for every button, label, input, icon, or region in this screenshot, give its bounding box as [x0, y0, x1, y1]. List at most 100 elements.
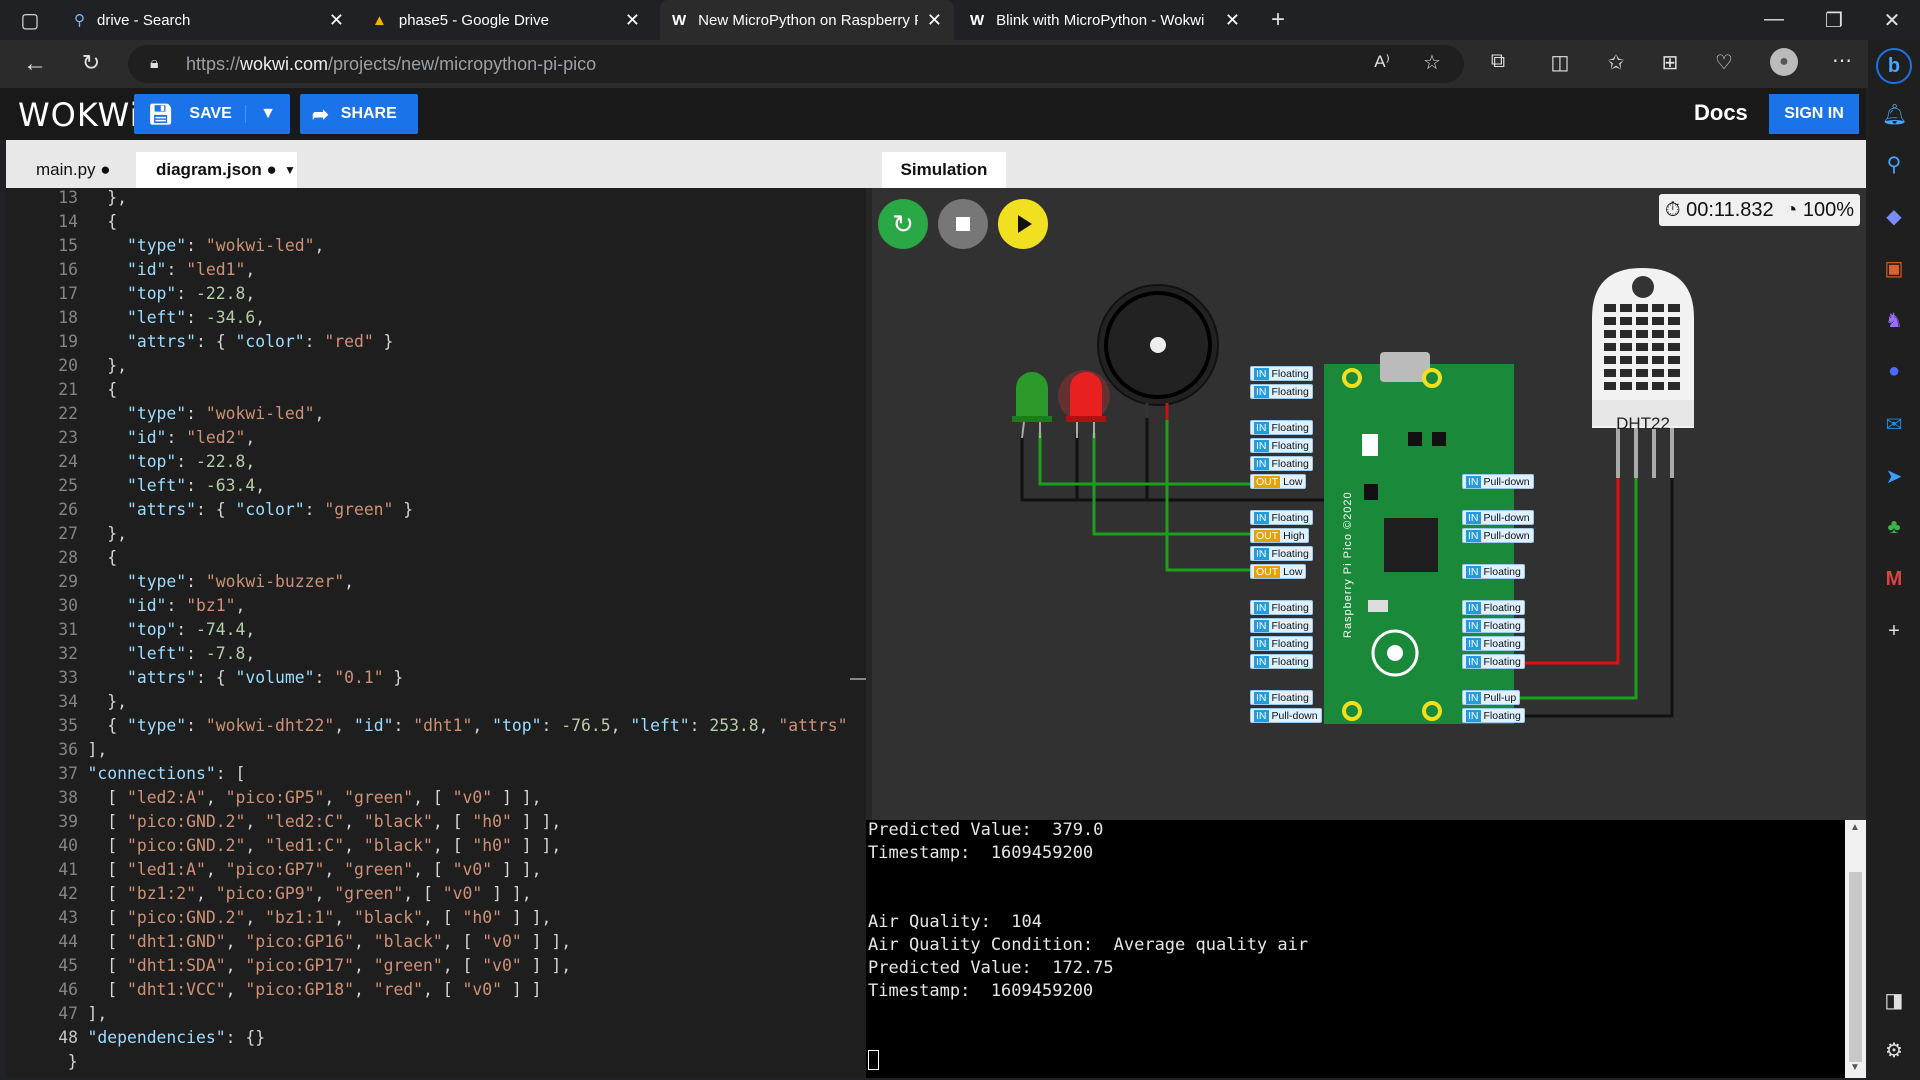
docs-link[interactable]: Docs [1694, 100, 1748, 126]
url-field[interactable]: 🔒︎ https://wokwi.com/projects/new/microp… [128, 45, 1464, 83]
toolbox-icon[interactable]: ▣ [1882, 256, 1906, 281]
pin-state: Floating [1271, 656, 1309, 668]
pin-direction: IN [1254, 422, 1269, 434]
pin-direction: IN [1254, 656, 1269, 668]
outlook-icon[interactable]: ✉ [1882, 412, 1906, 437]
code-editor[interactable]: 13 14 15 16 17 18 19 20 21 22 23 24 25 26 27 28 29 30 31 32… [6, 188, 872, 1078]
grill-slot [1620, 369, 1632, 377]
close-icon[interactable]: ✕ [927, 10, 942, 31]
tree-icon[interactable]: ♣ [1882, 516, 1906, 539]
editor-tab-bar: main.py ● diagram.json ● ▼ [6, 140, 872, 188]
pin-state: Floating [1271, 602, 1309, 614]
code-line: "attrs": { "color": "red" } [126, 332, 394, 351]
tab-main-py[interactable]: main.py ● [16, 152, 131, 188]
grill-slot [1636, 382, 1648, 390]
grill-slot [1668, 304, 1680, 312]
pin-direction: IN [1466, 692, 1481, 704]
tab-title: New MicroPython on Raspberry Pi Pico - W… [698, 11, 918, 29]
code-line: } [48, 1052, 78, 1071]
grill-slot [1604, 304, 1616, 312]
profile-avatar[interactable]: ● [1770, 48, 1798, 76]
gmail-icon[interactable]: M [1882, 568, 1906, 591]
grill-slot [1668, 369, 1680, 377]
tab-title: Blink with MicroPython - Wokwi [996, 11, 1205, 29]
scroll-up-icon[interactable]: ▲ [1850, 822, 1860, 833]
restore-icon[interactable]: ❐ [1822, 8, 1846, 33]
tag-icon[interactable]: ◆ [1882, 204, 1906, 229]
tab-actions-icon[interactable]: ▢ [18, 8, 42, 33]
browser-tab-drive-search[interactable]: ⚲ drive - Search ✕ [62, 0, 356, 40]
close-icon[interactable]: ✕ [625, 10, 640, 31]
share-arrow-icon: ➦ [312, 103, 329, 126]
grill-slot [1668, 382, 1680, 390]
led-red [1058, 370, 1110, 438]
code-line: [ "bz1:2", "pico:GP9", "green", [ "v0" ]… [48, 884, 532, 903]
scroll-thumb[interactable] [1849, 872, 1862, 1062]
tab-simulation[interactable]: Simulation [882, 152, 1006, 188]
split-screen-icon[interactable]: ◫ [1548, 50, 1572, 75]
code-line: "attrs": { "color": "green" } [126, 500, 414, 519]
code-line: { "type": "wokwi-dht22", "id": "dht1", "… [48, 716, 848, 735]
refresh-icon[interactable]: ↻ [78, 50, 104, 76]
pin-direction: IN [1466, 710, 1481, 722]
sign-in-button[interactable]: SIGN IN [1769, 94, 1859, 134]
pin-direction: IN [1254, 638, 1269, 650]
read-aloud-icon[interactable]: A⁾ [1370, 52, 1394, 72]
more-options-icon[interactable]: ⋯ [1830, 48, 1854, 73]
grill-slot [1668, 343, 1680, 351]
add-icon[interactable]: + [1882, 620, 1906, 643]
google-drive-icon: ▲ [372, 11, 387, 29]
grill-slot [1620, 330, 1632, 338]
console-scrollbar[interactable]: ▲ ▼ [1845, 820, 1866, 1078]
pin-state-badge: IN Floating [1250, 438, 1313, 453]
copilot-icon[interactable]: b [1876, 48, 1912, 84]
favorite-star-icon[interactable]: ☆ [1420, 50, 1444, 75]
games-icon[interactable]: ♞ [1882, 308, 1906, 333]
pin-state: Pull-down [1483, 476, 1530, 488]
sidebar-toggle-icon[interactable]: ◨ [1882, 988, 1906, 1013]
browser-tab-wokwi-blink[interactable]: W Blink with MicroPython - Wokwi ✕ [958, 0, 1252, 40]
pin-state-badge: IN Pull-down [1462, 510, 1534, 525]
settings-gear-icon[interactable]: ⚙ [1882, 1038, 1906, 1063]
serial-monitor[interactable]: Predicted Value: 379.0 Timestamp: 1609459… [866, 820, 1866, 1078]
pin-state-badge: IN Floating [1250, 546, 1313, 561]
notification-bell-icon[interactable]: 🔔︎ [1882, 102, 1907, 127]
close-icon[interactable]: ✕ [329, 10, 344, 31]
code-line: "top": -22.8, [126, 452, 256, 471]
wokwi-logo[interactable]: WOKWi [18, 96, 140, 134]
lock-icon: 🔒︎ [150, 55, 159, 72]
simulation-canvas[interactable]: ↻ ⏱ 00:11.832 ◔ 100% DHT22 Raspberry Pi … [872, 188, 1866, 820]
close-icon[interactable]: ✕ [1225, 10, 1240, 31]
back-icon[interactable]: ← [22, 50, 48, 78]
search-icon[interactable]: ⚲ [1882, 152, 1906, 177]
tab-menu-caret-icon[interactable]: ▼ [284, 152, 296, 188]
save-button[interactable]: 💾︎ SAVE ▼ [134, 94, 290, 134]
dht22-label: DHT22 [1616, 414, 1670, 433]
browser-tab-wokwi-new[interactable]: W New MicroPython on Raspberry Pi Pico -… [660, 0, 954, 40]
tab-diagram-json[interactable]: diagram.json ● [136, 152, 297, 188]
favorites-icon[interactable]: ✩ [1604, 50, 1628, 75]
window-close-icon[interactable]: ✕ [1880, 8, 1904, 33]
code-line: }, [48, 356, 127, 375]
pin-state-badge: IN Floating [1250, 456, 1313, 471]
copilot-app-icon[interactable]: ● [1882, 360, 1906, 383]
new-tab-icon[interactable]: + [1266, 6, 1290, 34]
chevron-down-icon[interactable]: ▼ [245, 105, 276, 123]
send-icon[interactable]: ➤ [1882, 464, 1906, 489]
pin-state: Floating [1271, 458, 1309, 470]
extensions-icon[interactable]: ⧉ [1486, 50, 1510, 73]
minimize-icon[interactable]: — [1762, 8, 1786, 31]
input-cursor[interactable] [868, 1050, 879, 1070]
pin-state-badge: IN Floating [1250, 654, 1313, 669]
pin-direction: IN [1254, 710, 1269, 722]
browser-tab-google-drive[interactable]: ▲ phase5 - Google Drive ✕ [360, 0, 652, 40]
pin-state: Low [1283, 476, 1303, 488]
health-icon[interactable]: ♡ [1712, 50, 1736, 75]
code-line: "type": "wokwi-led", [126, 236, 325, 255]
pin-state: Floating [1483, 656, 1521, 668]
pin-state: Floating [1483, 566, 1521, 578]
share-button[interactable]: ➦ SHARE [300, 94, 418, 134]
pin-state: Floating [1271, 368, 1309, 380]
scroll-down-icon[interactable]: ▼ [1850, 1062, 1860, 1073]
collections-icon[interactable]: ⊞ [1658, 50, 1682, 75]
